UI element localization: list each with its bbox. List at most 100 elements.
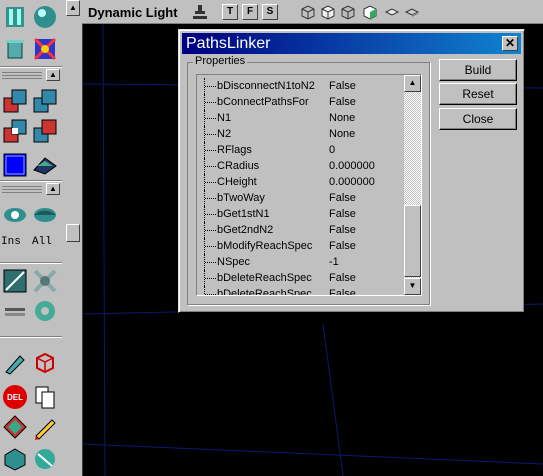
property-name: CHeight [217, 176, 257, 188]
tree-connector [204, 254, 216, 270]
tree-connector [204, 206, 216, 222]
property-value[interactable]: False [329, 96, 356, 108]
delete-button[interactable]: DEL [2, 384, 28, 410]
texture-usage-view-icon[interactable] [340, 4, 356, 20]
show-selected-icon[interactable] [2, 202, 28, 228]
property-value[interactable]: None [329, 112, 355, 124]
property-value[interactable]: 0 [329, 144, 335, 156]
front-view-button[interactable]: F [242, 4, 258, 20]
mesh-browser-icon[interactable] [2, 446, 28, 472]
property-value[interactable]: False [329, 240, 356, 252]
csg-subtract-icon[interactable] [32, 88, 58, 114]
pencil-icon[interactable] [32, 414, 58, 440]
prefab-icon[interactable] [32, 446, 58, 472]
property-value[interactable]: 0.000000 [329, 160, 375, 172]
property-value[interactable]: 0.000000 [329, 176, 375, 188]
property-name: bGet1stN1 [217, 208, 270, 220]
property-row[interactable]: CHeight 0.000000 [197, 174, 405, 190]
property-row[interactable]: NSpec -1 [197, 254, 405, 270]
camera-mode-icon[interactable] [2, 4, 28, 30]
csg-intersect-icon[interactable] [2, 118, 28, 144]
dynamic-light-view-icon[interactable] [362, 4, 378, 20]
texture-browser-icon[interactable] [2, 414, 28, 440]
property-value[interactable]: False [329, 208, 356, 220]
viewport-toolbar: Dynamic Light T F S [82, 0, 543, 24]
property-name: N2 [217, 128, 232, 140]
scroll-up-button[interactable]: ▲ [404, 75, 421, 92]
property-row[interactable]: RFlags 0 [197, 142, 405, 158]
property-name: N1 [217, 112, 232, 124]
property-value[interactable]: False [329, 192, 356, 204]
insert-label[interactable]: Ins [1, 236, 21, 248]
csg-add-icon[interactable] [2, 88, 28, 114]
side-view-button[interactable]: S [262, 4, 278, 20]
property-row[interactable]: bDeleteReachSpec False [197, 286, 405, 296]
property-value[interactable]: -1 [329, 256, 339, 268]
property-row[interactable]: bGet1stN1 False [197, 206, 405, 222]
property-row[interactable]: bModifyReachSpec False [197, 238, 405, 254]
sphere-brush-icon[interactable] [32, 4, 58, 30]
csg-deintersect-icon[interactable] [32, 118, 58, 144]
property-value[interactable]: False [329, 224, 356, 236]
lit-view-icon[interactable] [404, 4, 420, 20]
properties-list[interactable]: bDisconnectN1toN2 False bConnectPathsFor Fa… [196, 74, 422, 296]
top-view-button[interactable]: T [222, 4, 238, 20]
wireframe-cube-icon[interactable] [32, 350, 58, 376]
property-row[interactable]: N1 None [197, 110, 405, 126]
property-name: RFlags [217, 144, 252, 156]
property-row[interactable]: CRadius 0.000000 [197, 158, 405, 174]
textured-view-icon[interactable] [384, 4, 400, 20]
properties-group-label: Properties [193, 55, 248, 67]
paint-brush-icon[interactable] [2, 350, 28, 376]
align-icon[interactable] [2, 298, 28, 324]
close-icon[interactable]: ✕ [502, 36, 518, 51]
brush-clipping-icon[interactable] [32, 36, 58, 62]
collapse-section-button-2[interactable]: ▲ [46, 183, 60, 195]
toolbox-scroll-thumb[interactable] [66, 224, 80, 242]
trash-icon[interactable] [2, 36, 28, 62]
property-name: bGet2ndN2 [217, 224, 274, 236]
show-all-label[interactable]: All [32, 236, 52, 248]
add-mover-icon[interactable] [2, 152, 28, 178]
hide-selected-icon[interactable] [32, 202, 58, 228]
editor-toolbox: ▲ ▲ Ins All DEL [0, 0, 62, 476]
build-button[interactable]: Build [439, 59, 517, 81]
close-button[interactable]: Close [439, 108, 517, 130]
property-name: bDeleteReachSpec [217, 288, 312, 296]
svg-text:DEL: DEL [7, 393, 23, 402]
pathslinker-dialog: PathsLinker ✕ Properties bDisconnectN1to… [178, 29, 525, 313]
scroll-down-button[interactable]: ▼ [404, 278, 421, 295]
property-row[interactable]: bGet2ndN2 False [197, 222, 405, 238]
zone-view-icon[interactable] [320, 4, 336, 20]
property-name: bTwoWay [217, 192, 265, 204]
tree-connector [204, 110, 216, 126]
property-row[interactable]: bConnectPathsFor False [197, 94, 405, 110]
tree-connector [204, 94, 216, 110]
property-value[interactable]: False [329, 272, 356, 284]
viewport-title[interactable]: Dynamic Light [88, 5, 178, 20]
properties-scrollbar[interactable]: ▲ ▼ [404, 75, 421, 295]
property-value[interactable]: False [329, 80, 356, 92]
property-row[interactable]: bTwoWay False [197, 190, 405, 206]
dialog-titlebar[interactable]: PathsLinker ✕ [182, 33, 521, 54]
property-row[interactable]: bDeleteReachSpec False [197, 270, 405, 286]
copy-icon[interactable] [32, 384, 58, 410]
tree-connector [204, 270, 216, 286]
wireframe-view-icon[interactable] [300, 4, 316, 20]
tree-connector [204, 142, 216, 158]
terrain-icon[interactable] [2, 268, 28, 294]
property-row[interactable]: bDisconnectN1toN2 False [197, 78, 405, 94]
properties-scroll-thumb[interactable] [404, 205, 421, 277]
collapse-section-button[interactable]: ▲ [46, 69, 60, 81]
property-name: bModifyReachSpec [217, 240, 313, 252]
add-special-brush-icon[interactable] [32, 152, 58, 178]
property-value[interactable]: None [329, 128, 355, 140]
property-row[interactable]: N2 None [197, 126, 405, 142]
property-value[interactable]: False [329, 288, 356, 295]
property-name: bConnectPathsFor [217, 96, 309, 108]
show-actors-icon[interactable] [32, 268, 58, 294]
snap-icon[interactable] [32, 298, 58, 324]
actor-icon[interactable] [192, 4, 208, 20]
toolbox-scroll-up-button[interactable]: ▲ [66, 0, 80, 16]
reset-button[interactable]: Reset [439, 83, 517, 105]
